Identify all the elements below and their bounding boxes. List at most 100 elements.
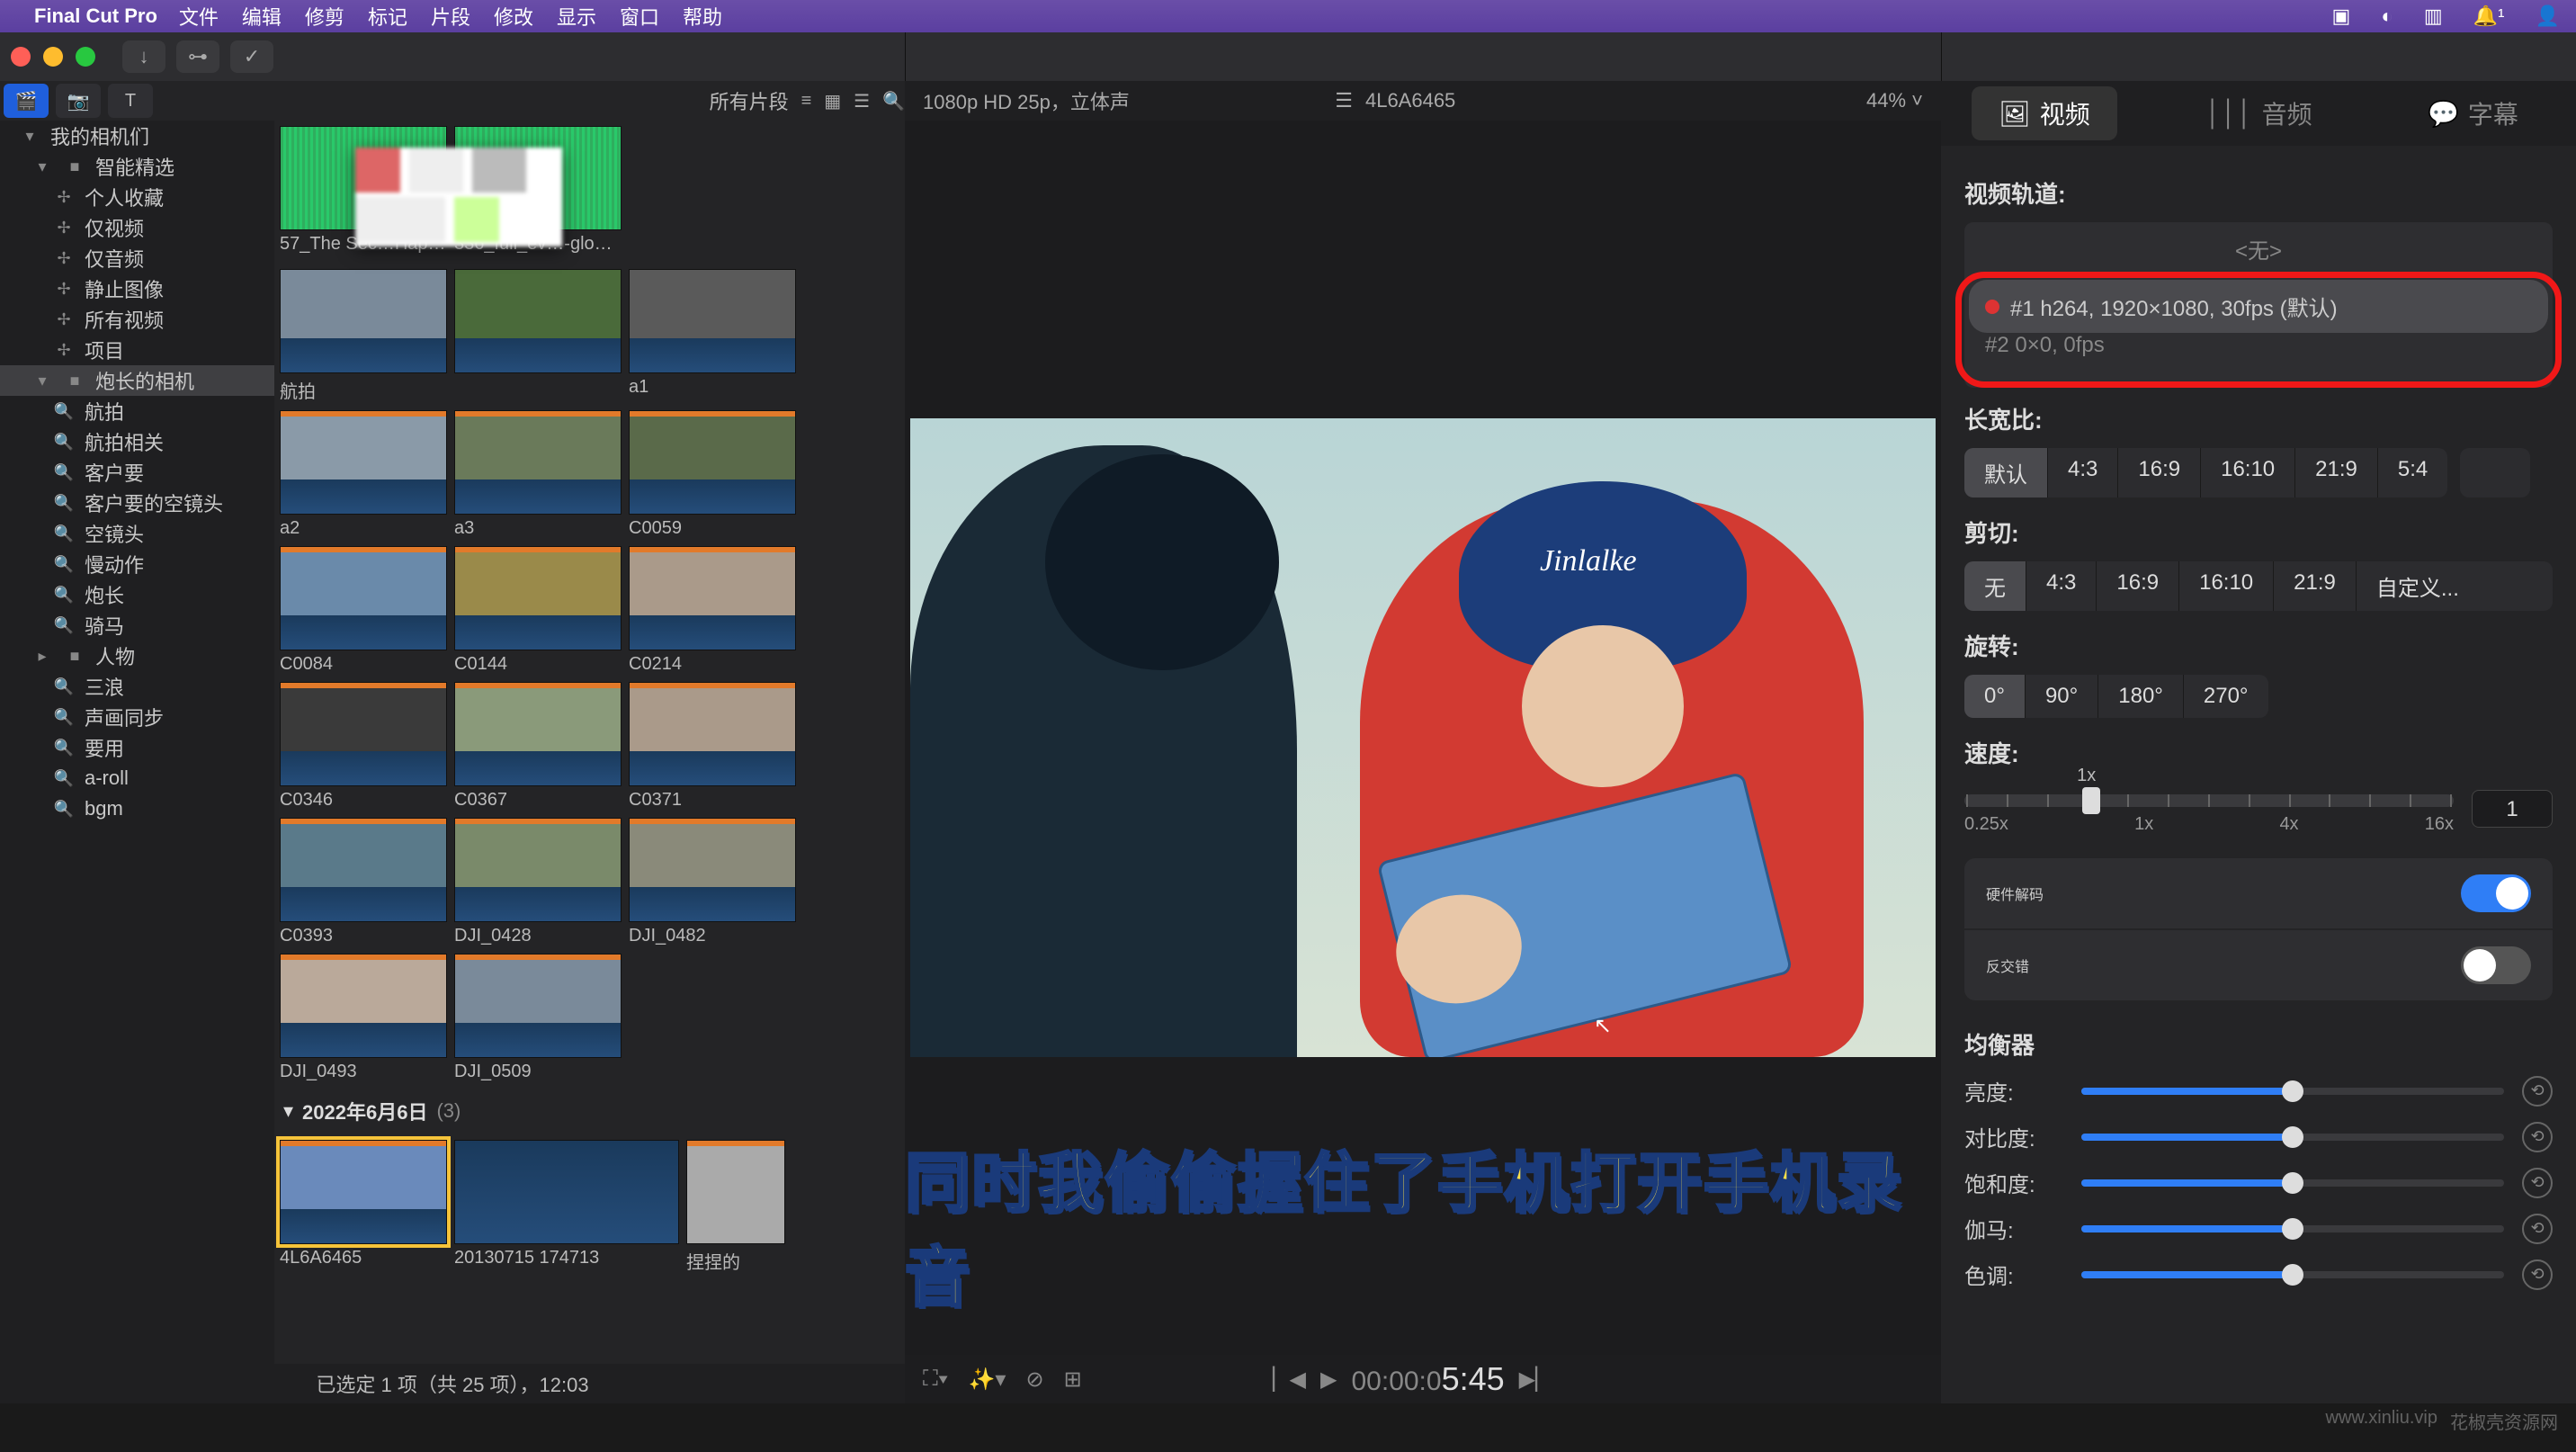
clip-item[interactable]: 捏捏的 (686, 1140, 785, 1274)
aspect-opt-43[interactable]: 4:3 (2048, 448, 2118, 497)
speed-slider[interactable]: 1x 0.25x 1x 4x 16x (1964, 794, 2454, 835)
crop-tool-icon[interactable]: ⛶▾ (923, 1367, 949, 1393)
gamma-slider[interactable] (2081, 1225, 2504, 1232)
menu-modify[interactable]: 修改 (494, 2, 533, 31)
crop-opt-169[interactable]: 16:9 (2097, 561, 2179, 611)
keyword-button[interactable]: ⊶ (176, 40, 219, 73)
brightness-slider[interactable] (2081, 1088, 2504, 1095)
disclosure-icon[interactable]: ▾ (31, 372, 54, 390)
reset-icon[interactable]: ⟲ (2522, 1168, 2553, 1198)
play-button[interactable]: ▶ (1320, 1367, 1337, 1393)
clip-view-icon[interactable]: ▦ (824, 90, 841, 112)
reset-icon[interactable]: ⟲ (2522, 1214, 2553, 1244)
zoom-window-button[interactable] (76, 47, 95, 67)
clip-item[interactable]: DJI_0428 (454, 818, 622, 946)
clip-item[interactable]: C0214 (629, 546, 796, 675)
contrast-slider[interactable] (2081, 1134, 2504, 1141)
list-view-icon[interactable]: ☰ (854, 90, 870, 112)
hw-decode-toggle[interactable] (2461, 874, 2531, 912)
clip-item[interactable]: C0367 (454, 682, 622, 811)
aspect-extra-box[interactable] (2460, 448, 2530, 497)
crop-opt-1610[interactable]: 16:10 (2179, 561, 2274, 611)
track-option-none[interactable]: <无> (1964, 222, 2553, 275)
viewer-list-icon[interactable]: ☰ (1335, 89, 1353, 112)
aspect-opt-1610[interactable]: 16:10 (2201, 448, 2295, 497)
crop-opt-custom[interactable]: 自定义... (2357, 561, 2479, 611)
speed-value-field[interactable]: 1 (2472, 790, 2553, 828)
menu-trim[interactable]: 修剪 (305, 2, 344, 31)
tab-caption[interactable]: 💬字幕 (2401, 86, 2545, 140)
track-option-1[interactable]: #1 h264, 1920×1080, 30fps (默认) (1969, 280, 2548, 333)
notification-icon[interactable]: 🔔¹ (2473, 4, 2505, 27)
disclosure-icon[interactable]: ▾ (18, 127, 41, 146)
aspect-opt-54[interactable]: 5:4 (2378, 448, 2447, 497)
color-tool-icon[interactable]: ⊞ (1064, 1367, 1082, 1393)
crop-opt-none[interactable]: 无 (1964, 561, 2026, 611)
aspect-opt-169[interactable]: 16:9 (2118, 448, 2201, 497)
enhance-tool-icon[interactable]: ✨▾ (969, 1367, 1006, 1393)
menu-help[interactable]: 帮助 (683, 2, 722, 31)
crop-opt-43[interactable]: 4:3 (2026, 561, 2097, 611)
clip-item[interactable]: a1 (629, 269, 796, 403)
tab-audio[interactable]: │││音频 (2178, 86, 2339, 140)
hue-slider[interactable] (2081, 1271, 2504, 1278)
clip-item[interactable]: a2 (280, 410, 447, 539)
clip-item[interactable]: DJI_0482 (629, 818, 796, 946)
rotate-opt-180[interactable]: 180° (2098, 675, 2184, 718)
clip-item[interactable]: C0346 (280, 682, 447, 811)
tray-icon-2[interactable]: ◐ (2381, 4, 2393, 27)
library-tab-icon[interactable]: 🎬 (4, 84, 49, 118)
titles-tab-icon[interactable]: T (108, 84, 153, 118)
clip-item[interactable]: a3 (454, 410, 622, 539)
clip-item[interactable]: C0084 (280, 546, 447, 675)
viewer-canvas[interactable]: ↖ 同时我偷偷握住了手机打开手机录音 (905, 121, 1941, 1355)
aspect-opt-219[interactable]: 21:9 (2295, 448, 2378, 497)
rotate-opt-270[interactable]: 270° (2184, 675, 2268, 718)
clip-item[interactable]: C0393 (280, 818, 447, 946)
speed-slider-knob[interactable] (2082, 787, 2100, 814)
clip-item[interactable] (454, 269, 622, 403)
app-name[interactable]: Final Cut Pro (34, 4, 157, 28)
viewer-zoom[interactable]: 44% ˅ (1866, 89, 1923, 112)
deinterlace-toggle[interactable] (2461, 946, 2531, 984)
crop-opt-219[interactable]: 21:9 (2274, 561, 2357, 611)
menu-edit[interactable]: 编辑 (242, 2, 282, 31)
tray-icon-3[interactable]: ▥ (2424, 4, 2443, 27)
menu-view[interactable]: 显示 (557, 2, 596, 31)
disclosure-icon[interactable]: ▾ (31, 157, 54, 176)
clip-item[interactable]: DJI_0509 (454, 954, 622, 1082)
reset-icon[interactable]: ⟲ (2522, 1122, 2553, 1152)
browser-section-header[interactable]: ▾ 2022年6月6日 (3) (280, 1089, 899, 1133)
menu-file[interactable]: 文件 (179, 2, 219, 31)
minimize-window-button[interactable] (43, 47, 63, 67)
tray-icon-1[interactable]: ▣ (2331, 4, 2350, 27)
menu-mark[interactable]: 标记 (368, 2, 407, 31)
menu-window[interactable]: 窗口 (620, 2, 659, 31)
prev-edit-button[interactable]: ▏◀ (1273, 1367, 1306, 1393)
filter-dropdown-icon[interactable]: ≡ (801, 91, 812, 112)
clip-item[interactable]: C0371 (629, 682, 796, 811)
user-avatar-icon[interactable]: 👤 (2536, 4, 2560, 27)
saturation-slider[interactable] (2081, 1179, 2504, 1187)
search-icon[interactable]: 🔍 (882, 90, 905, 112)
rotate-opt-90[interactable]: 90° (2026, 675, 2098, 718)
clip-item[interactable]: C0144 (454, 546, 622, 675)
close-window-button[interactable] (11, 47, 31, 67)
import-button[interactable]: ↓ (122, 40, 165, 73)
clip-item[interactable]: C0059 (629, 410, 796, 539)
track-option-2[interactable]: #2 0×0, 0fps (1969, 333, 2548, 369)
reset-icon[interactable]: ⟲ (2522, 1259, 2553, 1290)
menu-clip[interactable]: 片段 (431, 2, 470, 31)
disclosure-icon[interactable]: ▸ (31, 647, 54, 666)
clips-filter-label[interactable]: 所有片段 (710, 86, 789, 115)
next-edit-button[interactable]: ▶▏ (1519, 1367, 1552, 1393)
tab-video[interactable]: 🖼视频 (1972, 86, 2117, 140)
clip-item[interactable]: 航拍 (280, 269, 447, 403)
disclosure-icon[interactable]: ▾ (283, 1099, 293, 1123)
clip-item[interactable]: DJI_0493 (280, 954, 447, 1082)
clip-item[interactable]: 20130715 174713 (454, 1140, 679, 1274)
rotate-opt-0[interactable]: 0° (1964, 675, 2026, 718)
photos-tab-icon[interactable]: 📷 (56, 84, 101, 118)
reset-icon[interactable]: ⟲ (2522, 1076, 2553, 1107)
render-button[interactable]: ✓ (230, 40, 273, 73)
